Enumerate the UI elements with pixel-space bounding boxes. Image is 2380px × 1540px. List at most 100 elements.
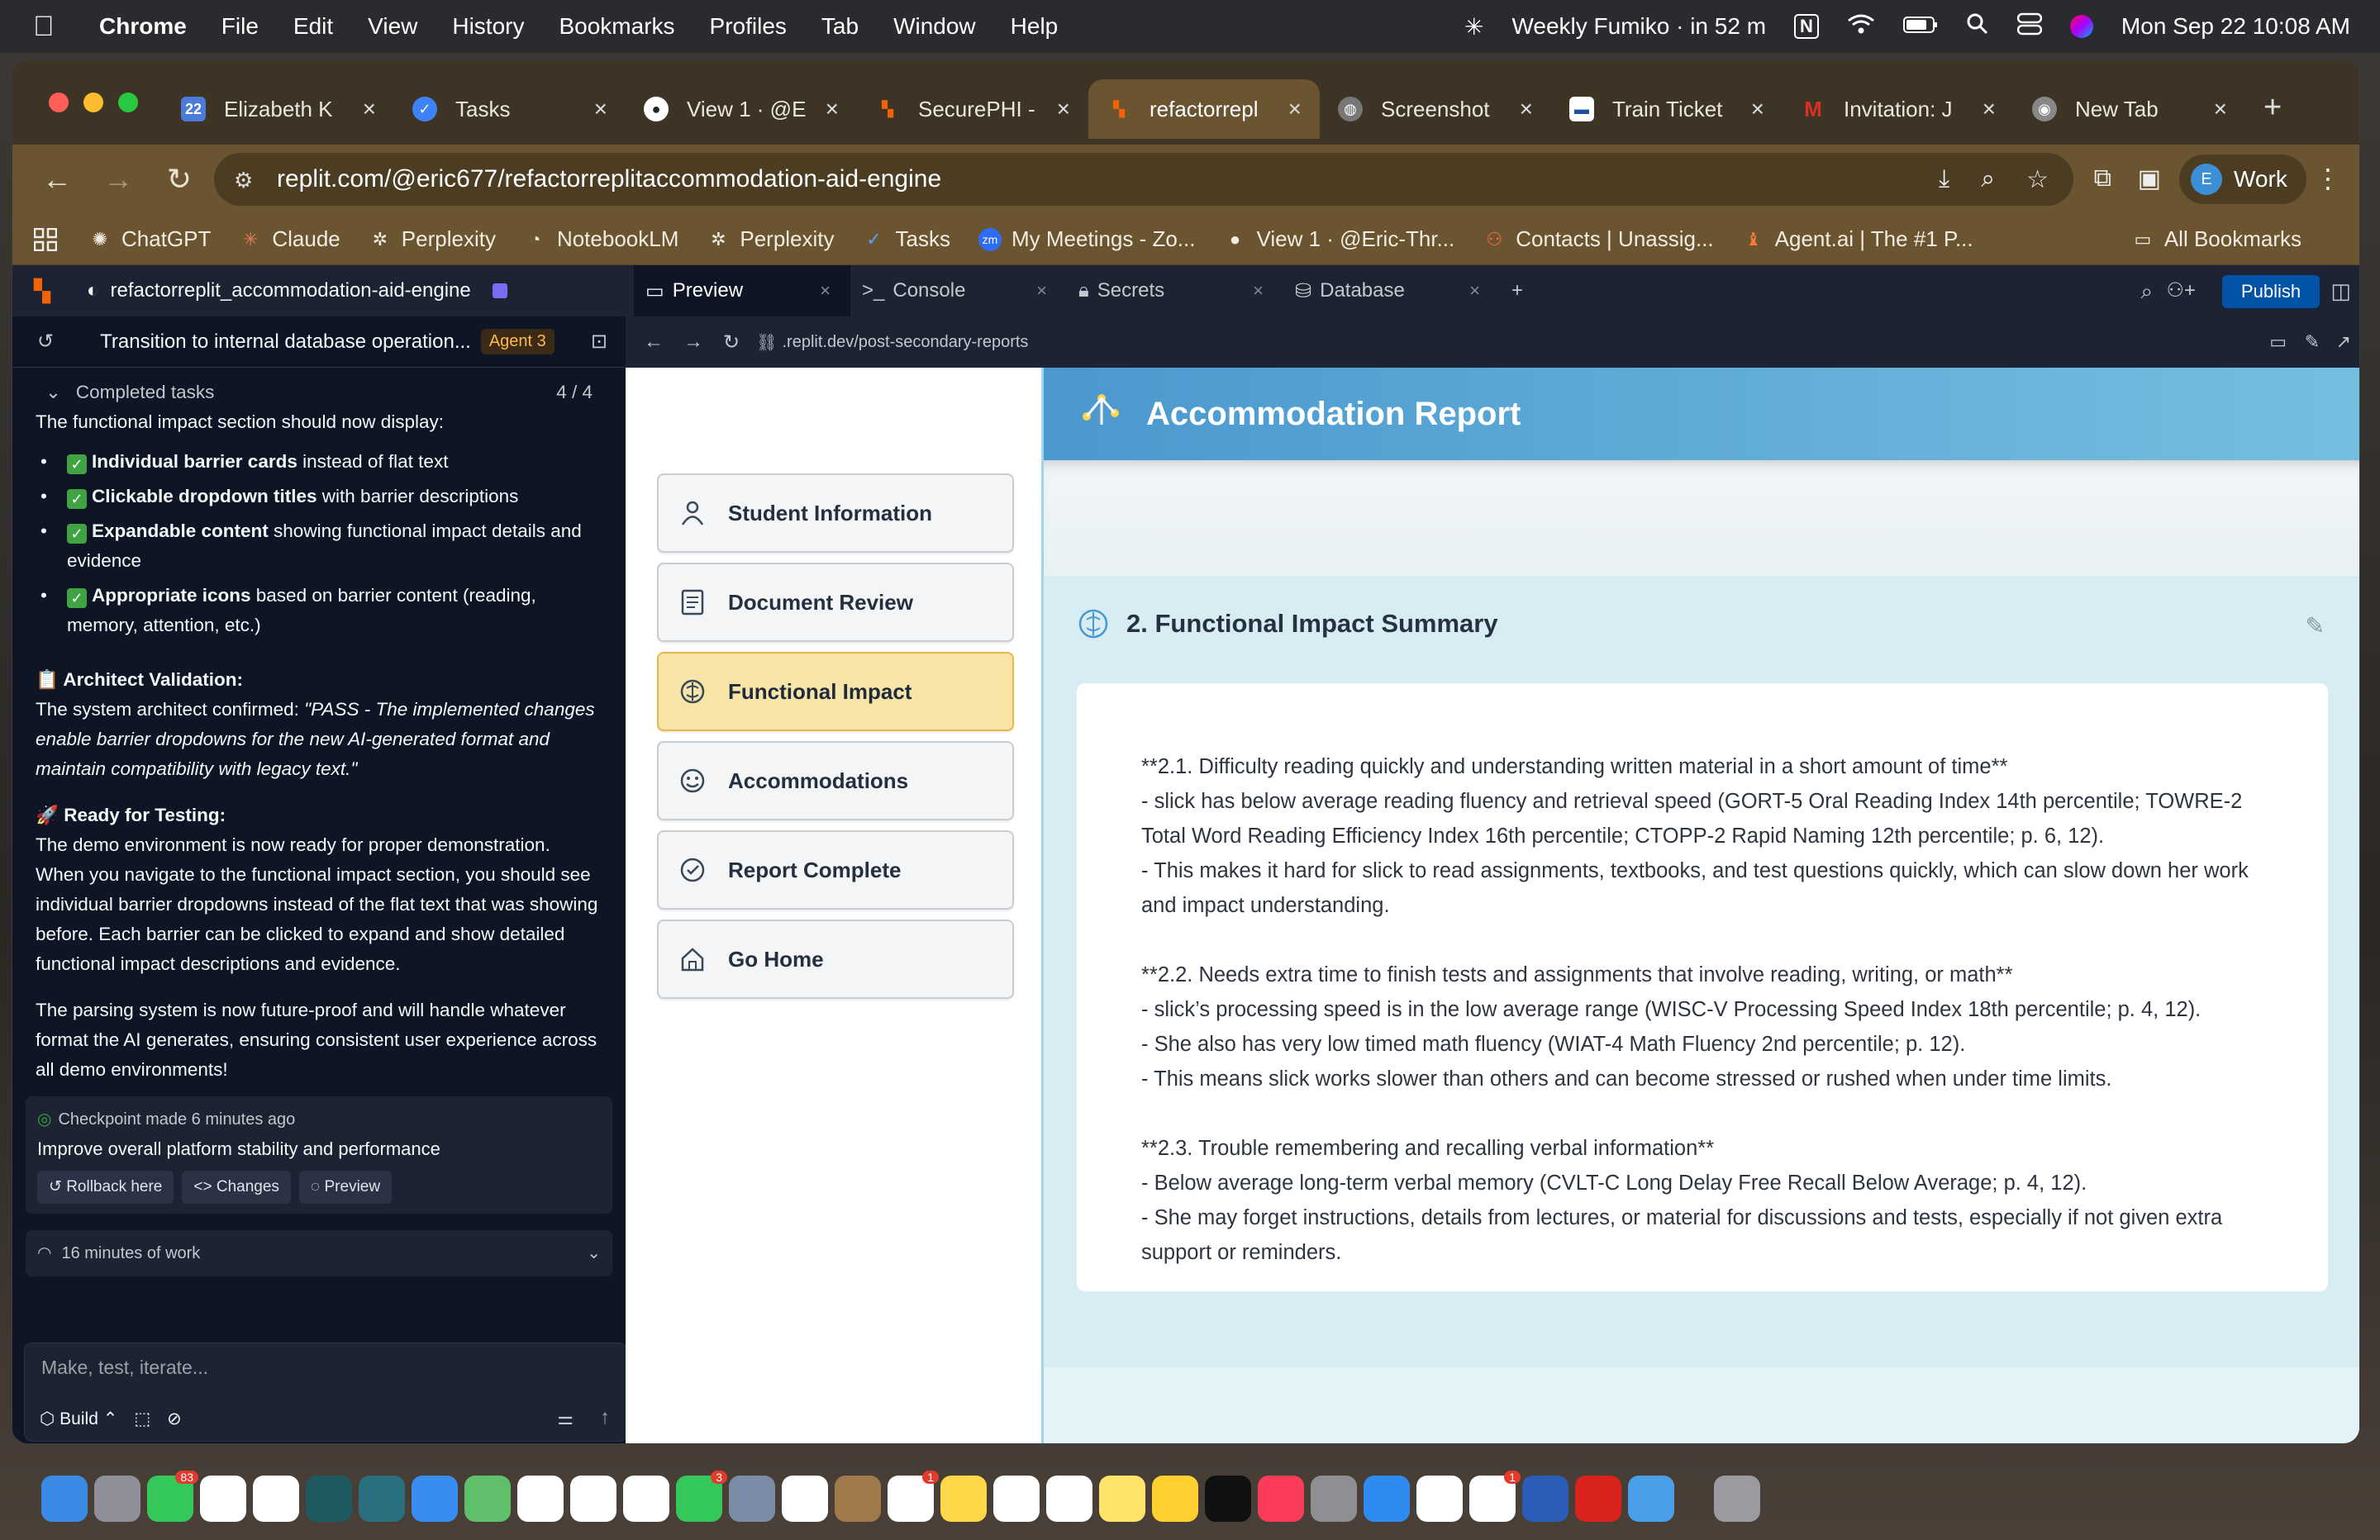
perplexity-icon[interactable] bbox=[306, 1476, 352, 1522]
search-icon[interactable]: ⌕ bbox=[2140, 278, 2153, 305]
bookmark-contacts[interactable]: ⚇ Contacts | Unassig... bbox=[1483, 226, 1713, 252]
rollback-button[interactable]: ↺ Rollback here bbox=[37, 1171, 174, 1204]
reload-icon[interactable]: ↻ bbox=[163, 162, 196, 197]
devices-icon[interactable]: ▭ bbox=[2269, 331, 2287, 353]
bookmark-perplexity[interactable]: ✲ Perplexity bbox=[369, 226, 496, 252]
appletv-icon[interactable] bbox=[1205, 1476, 1251, 1522]
music-icon[interactable] bbox=[1258, 1476, 1304, 1522]
battery-icon[interactable] bbox=[1902, 13, 1938, 40]
menu-edit[interactable]: Edit bbox=[293, 13, 333, 40]
bookmark-notebooklm[interactable]: ◔ NotebookLM bbox=[524, 226, 678, 252]
tab-search-icon[interactable]: ▣ bbox=[2138, 164, 2161, 193]
apple-menu-icon[interactable]:  bbox=[33, 11, 66, 43]
slack-icon[interactable]: 1 bbox=[1469, 1471, 1521, 1522]
contacts-icon[interactable] bbox=[835, 1476, 881, 1522]
preview-icon[interactable] bbox=[729, 1476, 775, 1522]
notion-status-icon[interactable]: N bbox=[1794, 14, 1819, 39]
profile-button[interactable]: E Work bbox=[2179, 154, 2306, 204]
minimize-window-button[interactable] bbox=[83, 93, 103, 112]
zoom-icon[interactable]: ⌕ bbox=[1981, 165, 1995, 194]
chrome-menu-icon[interactable]: ⋮ bbox=[2315, 163, 2341, 194]
completed-tasks-row[interactable]: ⌄ Completed tasks 4 / 4 bbox=[12, 368, 626, 407]
preview-back-icon[interactable]: ← bbox=[644, 330, 664, 354]
bookmark-perplexity-2[interactable]: ✲ Perplexity bbox=[707, 226, 834, 252]
finder-icon[interactable] bbox=[41, 1476, 88, 1522]
preview-button[interactable]: ◌ Preview bbox=[298, 1171, 393, 1204]
word-icon[interactable] bbox=[1522, 1476, 1568, 1522]
menu-bookmarks[interactable]: Bookmarks bbox=[559, 13, 674, 40]
close-tab-icon[interactable]: × bbox=[1288, 96, 1302, 122]
browser-tab[interactable]: M Invitation: J × bbox=[1783, 79, 2014, 139]
settings-icon[interactable] bbox=[1311, 1476, 1357, 1522]
bookmark-star-icon[interactable]: ☆ bbox=[2026, 165, 2049, 194]
browser-tab-active[interactable]: ▚ refactorrepl × bbox=[1088, 79, 1320, 139]
browser-tab[interactable]: ✓ Tasks × bbox=[394, 79, 626, 139]
siri-icon[interactable] bbox=[2069, 15, 2093, 38]
invite-user-icon[interactable]: ⚇+ bbox=[2166, 278, 2196, 302]
tab-secrets[interactable]: 🔒︎ Secrets × bbox=[1067, 265, 1283, 316]
notes-icon[interactable] bbox=[940, 1476, 987, 1522]
preview-reload-icon[interactable]: ↻ bbox=[723, 330, 740, 354]
forward-arrow-icon[interactable]: → bbox=[102, 162, 135, 197]
close-tab-icon[interactable]: × bbox=[1751, 96, 1764, 122]
install-app-icon[interactable]: ⤓ bbox=[1939, 165, 1949, 194]
menu-view[interactable]: View bbox=[368, 13, 417, 40]
appstore-icon[interactable] bbox=[1364, 1476, 1410, 1522]
acrobat-icon[interactable] bbox=[1575, 1476, 1621, 1522]
extensions-icon[interactable]: ⧉ bbox=[2094, 164, 2111, 192]
calendar-event-status[interactable]: Weekly Fumiko · in 52 m bbox=[1511, 13, 1766, 40]
browser-tab[interactable]: ▬ Train Ticket × bbox=[1551, 79, 1783, 139]
facetime-icon[interactable]: 3 bbox=[676, 1471, 727, 1522]
wifi-icon[interactable] bbox=[1847, 13, 1875, 40]
agent-input-box[interactable]: Make, test, iterate... ⬡ Build ⌃ ⬚ ⊘ ⚌ ↑ bbox=[24, 1343, 627, 1442]
menu-profiles[interactable]: Profiles bbox=[710, 13, 787, 40]
stickies-icon[interactable] bbox=[1099, 1476, 1145, 1522]
mail-icon[interactable] bbox=[412, 1476, 458, 1522]
add-tab-plus-icon[interactable]: + bbox=[1500, 265, 1549, 316]
miro-icon[interactable] bbox=[1152, 1476, 1198, 1522]
new-tab-plus-icon[interactable]: + bbox=[2263, 90, 2282, 126]
build-mode-button[interactable]: ⬡ Build ⌃ bbox=[40, 1409, 117, 1429]
browser-tab[interactable]: ▚ SecurePHI - × bbox=[857, 79, 1088, 139]
all-bookmarks[interactable]: ▭ All Bookmarks bbox=[2131, 226, 2301, 252]
claude-icon[interactable] bbox=[359, 1476, 405, 1522]
menu-help[interactable]: Help bbox=[1011, 13, 1059, 40]
work-duration-row[interactable]: ◠ 16 minutes of work ⌄ bbox=[26, 1230, 612, 1276]
attach-icon[interactable]: ⊘ bbox=[167, 1409, 182, 1429]
changes-button[interactable]: <> Changes bbox=[182, 1171, 291, 1204]
xcode-icon[interactable] bbox=[517, 1476, 564, 1522]
close-tab-icon[interactable]: × bbox=[1520, 96, 1533, 122]
control-center-icon[interactable] bbox=[2016, 12, 2043, 41]
spotlight-search-icon[interactable] bbox=[1966, 12, 1989, 41]
project-name[interactable]: ◐ refactorreplit_accommodation-aid-engin… bbox=[87, 279, 507, 302]
apps-grid-icon[interactable] bbox=[34, 227, 57, 251]
nav-go-home[interactable]: Go Home bbox=[657, 920, 1014, 999]
close-tab-icon[interactable]: × bbox=[1057, 96, 1070, 122]
address-bar[interactable]: ⚙ replit.com/@eric677/refactorreplitacco… bbox=[214, 153, 2073, 206]
tab-database[interactable]: ⛁ Database × bbox=[1283, 265, 1500, 316]
launchpad-icon[interactable] bbox=[94, 1476, 140, 1522]
reminders-icon[interactable]: 1 bbox=[888, 1471, 939, 1522]
new-chat-icon[interactable]: ⊡ bbox=[591, 330, 607, 354]
back-arrow-icon[interactable]: ← bbox=[40, 162, 74, 197]
edit-pencil-icon[interactable]: ✎ bbox=[2306, 612, 2325, 639]
browser-tab[interactable]: 22 Elizabeth K × bbox=[163, 79, 394, 139]
preview-forward-icon[interactable]: → bbox=[683, 330, 703, 354]
preview-url[interactable]: .replit.dev/post-secondary-reports bbox=[783, 333, 1029, 352]
maps-icon[interactable] bbox=[464, 1476, 511, 1522]
publish-button[interactable]: Publish bbox=[2222, 275, 2320, 308]
nav-document-review[interactable]: Document Review bbox=[657, 563, 1014, 642]
menu-app-name[interactable]: Chrome bbox=[99, 13, 187, 40]
toggle-panel-icon[interactable]: ◫ bbox=[2330, 278, 2351, 304]
history-icon[interactable]: ↺ bbox=[37, 330, 54, 354]
close-window-button[interactable] bbox=[49, 93, 69, 112]
notion-icon[interactable] bbox=[200, 1476, 246, 1522]
calendar-icon[interactable] bbox=[253, 1476, 299, 1522]
cloud-icon[interactable] bbox=[1628, 1476, 1674, 1522]
close-tab-icon[interactable]: × bbox=[363, 96, 376, 122]
perplexity-status-icon[interactable]: ✳ bbox=[1464, 13, 1483, 40]
replit-logo-icon[interactable]: ▚ bbox=[34, 278, 67, 304]
close-tab-icon[interactable]: × bbox=[1983, 96, 1996, 122]
close-tab-icon[interactable]: × bbox=[1469, 280, 1480, 302]
close-tab-icon[interactable]: × bbox=[594, 96, 607, 122]
